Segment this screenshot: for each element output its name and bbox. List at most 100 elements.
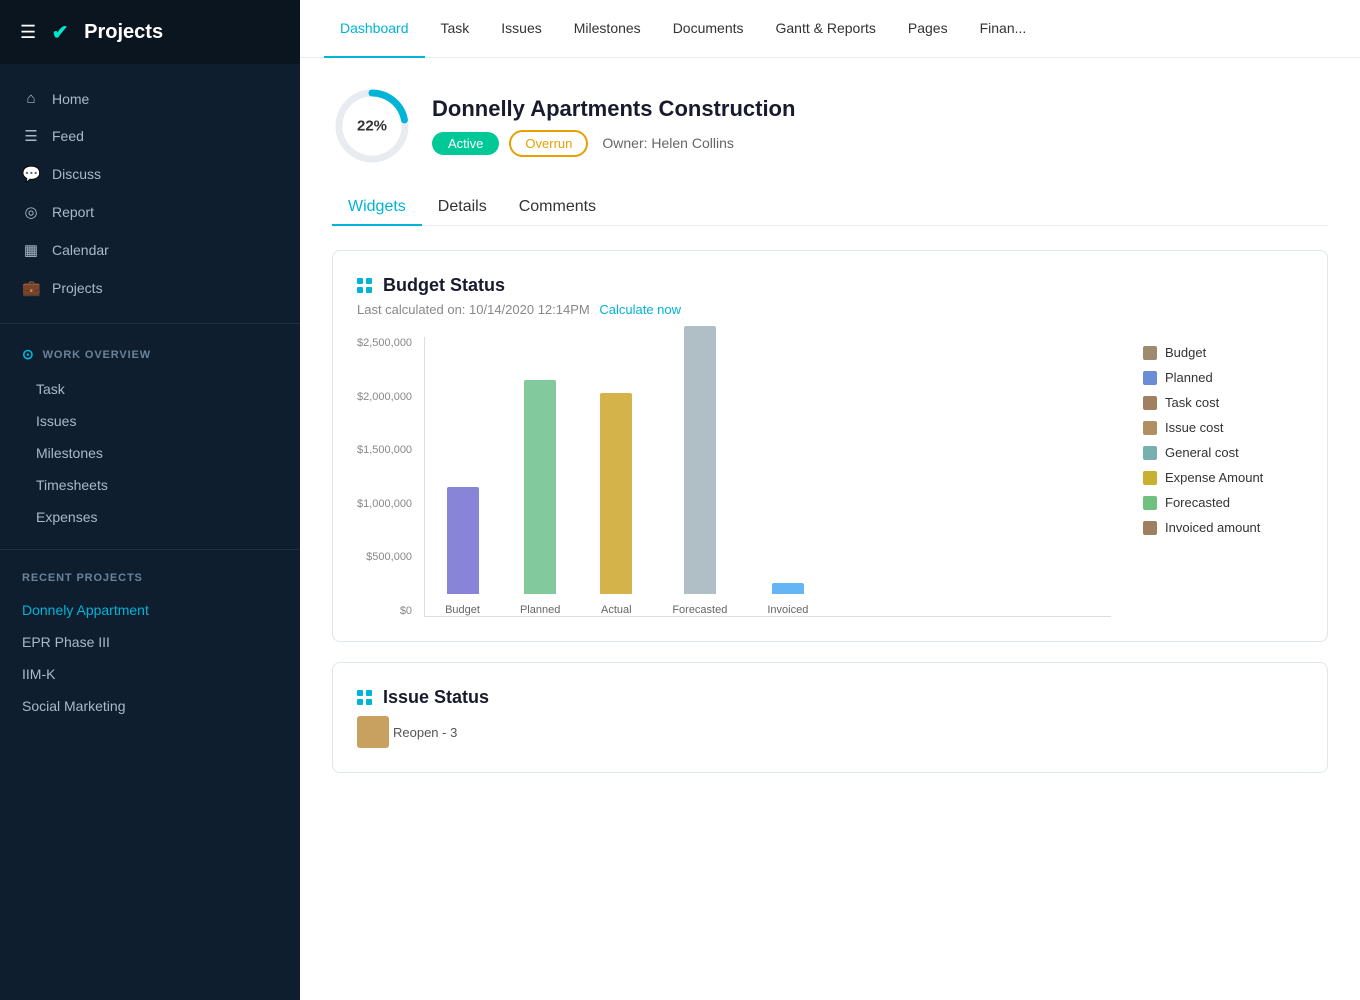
y-axis: $2,500,000 $2,000,000 $1,500,000 $1,000,… — [357, 337, 412, 617]
bar-forecasted — [684, 326, 716, 594]
legend-expense-amount: Expense Amount — [1143, 470, 1303, 485]
bar-chart: $2,500,000 $2,000,000 $1,500,000 $1,000,… — [357, 337, 1111, 617]
nav-finance[interactable]: Finan... — [964, 0, 1043, 58]
sidebar-item-timesheets[interactable]: Timesheets — [0, 469, 300, 501]
legend-label-planned: Planned — [1165, 370, 1213, 385]
home-icon: ⌂ — [22, 90, 40, 107]
bar-label-planned: Planned — [520, 604, 560, 616]
sidebar-item-label: Discuss — [52, 166, 101, 182]
sidebar-item-discuss[interactable]: 💬 Discuss — [0, 155, 300, 193]
tab-comments[interactable]: Comments — [503, 190, 612, 226]
status-active-badge: Active — [432, 132, 499, 155]
hamburger-icon[interactable]: ☰ — [20, 22, 36, 43]
nav-task[interactable]: Task — [425, 0, 486, 58]
project-info: Donnelly Apartments Construction Active … — [432, 96, 795, 157]
issue-reopen-chip: Reopen - 3 — [357, 716, 457, 748]
tab-widgets[interactable]: Widgets — [332, 190, 422, 226]
legend-general-cost: General cost — [1143, 445, 1303, 460]
legend-label-expense-amount: Expense Amount — [1165, 470, 1263, 485]
y-label-0: $0 — [400, 605, 412, 617]
logo-icon: ✔ — [52, 20, 69, 45]
recent-project-social[interactable]: Social Marketing — [0, 690, 300, 722]
legend-label-general-cost: General cost — [1165, 445, 1239, 460]
legend-issue-cost: Issue cost — [1143, 420, 1303, 435]
widget-grid-icon — [357, 278, 373, 294]
y-label-2000: $2,000,000 — [357, 391, 412, 403]
recent-projects-header: RECENT PROJECTS — [0, 566, 300, 594]
sidebar: ☰ ✔ Projects ⌂ Home ☰ Feed 💬 Discuss ◎ R… — [0, 0, 300, 1000]
y-label-1500: $1,500,000 — [357, 444, 412, 456]
work-overview-header: ⊙ WORK OVERVIEW — [0, 340, 300, 373]
legend-label-forecasted: Forecasted — [1165, 495, 1230, 510]
sidebar-item-milestones[interactable]: Milestones — [0, 437, 300, 469]
sidebar-item-calendar[interactable]: ▦ Calendar — [0, 231, 300, 269]
bar-planned — [524, 380, 556, 594]
work-overview-label: WORK OVERVIEW — [43, 349, 151, 361]
legend-label-task-cost: Task cost — [1165, 395, 1219, 410]
legend-dot-invoiced-amount — [1143, 521, 1157, 535]
nav-milestones[interactable]: Milestones — [558, 0, 657, 58]
sidebar-item-label: Feed — [52, 128, 84, 144]
bar-group-invoiced: Invoiced — [767, 583, 808, 616]
report-icon: ◎ — [22, 203, 40, 221]
legend-dot-budget — [1143, 346, 1157, 360]
nav-documents[interactable]: Documents — [657, 0, 760, 58]
page-tabs: Widgets Details Comments — [332, 190, 1328, 226]
sidebar-item-report[interactable]: ◎ Report — [0, 193, 300, 231]
calculate-now-link[interactable]: Calculate now — [599, 302, 681, 317]
sidebar-item-label: Projects — [52, 280, 103, 296]
legend-dot-general-cost — [1143, 446, 1157, 460]
project-header: 22% Donnelly Apartments Construction Act… — [332, 86, 1328, 166]
reopen-label: Reopen - 3 — [393, 725, 457, 740]
project-owner: Owner: Helen Collins — [602, 135, 734, 151]
legend-budget: Budget — [1143, 345, 1303, 360]
sidebar-item-expenses[interactable]: Expenses — [0, 501, 300, 533]
app-logo: ✔ — [46, 18, 74, 46]
projects-icon: 💼 — [22, 279, 40, 297]
legend-dot-task-cost — [1143, 396, 1157, 410]
sidebar-item-task[interactable]: Task — [0, 373, 300, 405]
bar-group-budget: Budget — [445, 487, 480, 616]
bar-group-planned: Planned — [520, 380, 560, 616]
sidebar-item-label: Home — [52, 91, 89, 107]
recent-project-epr[interactable]: EPR Phase III — [0, 626, 300, 658]
recent-project-iimk[interactable]: IIM-K — [0, 658, 300, 690]
recent-project-donnely[interactable]: Donnely Appartment — [0, 594, 300, 626]
chart-inner: $2,500,000 $2,000,000 $1,500,000 $1,000,… — [357, 337, 1111, 617]
legend-invoiced-amount: Invoiced amount — [1143, 520, 1303, 535]
legend-planned: Planned — [1143, 370, 1303, 385]
legend-dot-forecasted — [1143, 496, 1157, 510]
legend-dot-issue-cost — [1143, 421, 1157, 435]
progress-label: 22% — [357, 118, 387, 135]
main-content: Dashboard Task Issues Milestones Documen… — [300, 0, 1360, 1000]
bar-invoiced — [772, 583, 804, 594]
sidebar-item-issues[interactable]: Issues — [0, 405, 300, 437]
status-overrun-badge: Overrun — [509, 130, 588, 157]
content-area: 22% Donnelly Apartments Construction Act… — [300, 58, 1360, 1000]
sidebar-item-projects[interactable]: 💼 Projects — [0, 269, 300, 307]
top-nav: Dashboard Task Issues Milestones Documen… — [300, 0, 1360, 58]
budget-widget-title: Budget Status — [383, 275, 505, 296]
y-label-2500: $2,500,000 — [357, 337, 412, 349]
bar-label-budget: Budget — [445, 604, 480, 616]
nav-dashboard[interactable]: Dashboard — [324, 0, 425, 58]
work-overview-icon: ⊙ — [22, 346, 35, 363]
sidebar-item-home[interactable]: ⌂ Home — [0, 80, 300, 117]
legend-forecasted: Forecasted — [1143, 495, 1303, 510]
bar-group-forecasted: Forecasted — [672, 326, 727, 616]
tab-details[interactable]: Details — [422, 190, 503, 226]
issue-widget-title: Issue Status — [383, 687, 489, 708]
nav-pages[interactable]: Pages — [892, 0, 964, 58]
progress-ring: 22% — [332, 86, 412, 166]
recent-projects-section: RECENT PROJECTS Donnely Appartment EPR P… — [0, 550, 300, 738]
work-overview-section: ⊙ WORK OVERVIEW Task Issues Milestones T… — [0, 324, 300, 550]
calendar-icon: ▦ — [22, 241, 40, 259]
bar-label-forecasted: Forecasted — [672, 604, 727, 616]
nav-gantt[interactable]: Gantt & Reports — [760, 0, 892, 58]
reopen-bar — [357, 716, 389, 748]
chart-legend: Budget Planned Task cost Issue cost — [1143, 337, 1303, 535]
nav-issues[interactable]: Issues — [485, 0, 557, 58]
sidebar-item-feed[interactable]: ☰ Feed — [0, 117, 300, 155]
sidebar-item-label: Report — [52, 204, 94, 220]
sidebar-item-label: Calendar — [52, 242, 109, 258]
